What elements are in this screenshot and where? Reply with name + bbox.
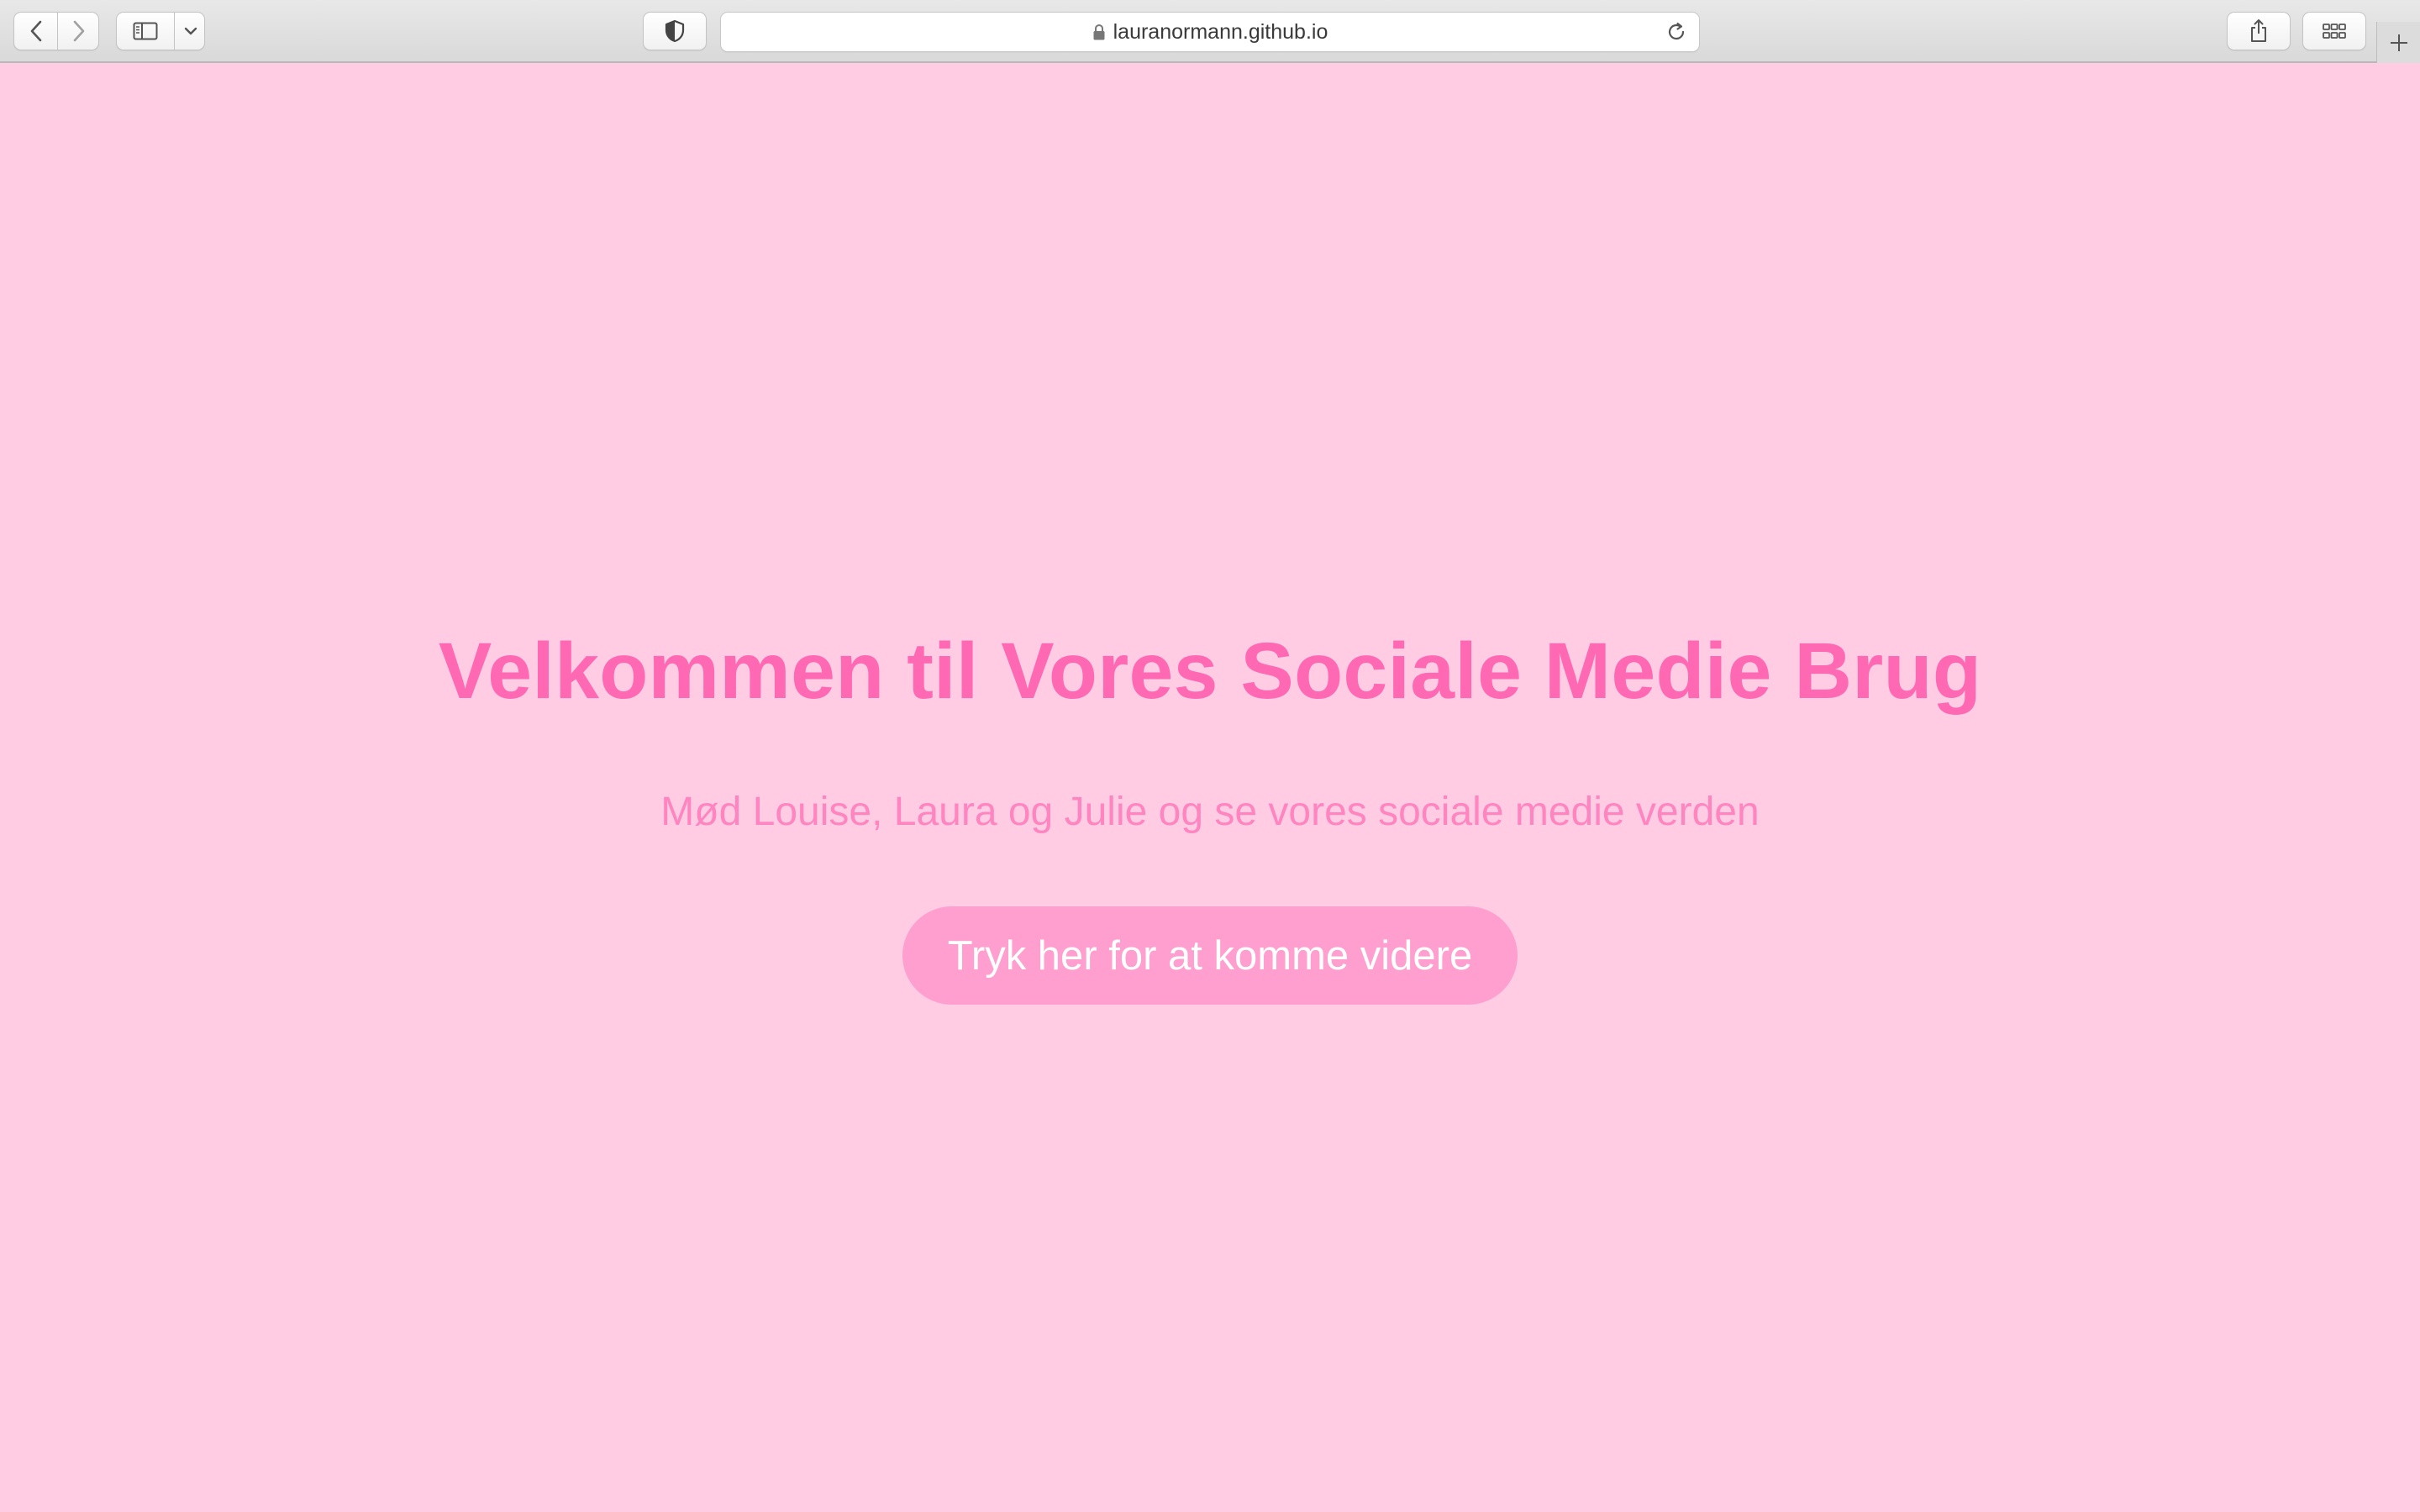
chevron-right-icon (73, 20, 85, 42)
share-icon (2251, 19, 2266, 42)
lock-icon (1093, 24, 1105, 39)
share-button[interactable] (2227, 12, 2291, 50)
back-button[interactable] (14, 13, 57, 50)
shield-icon (665, 19, 685, 43)
chevron-left-icon (30, 20, 41, 42)
continue-button[interactable]: Tryk her for at komme videre (902, 906, 1518, 1005)
page-title: Velkommen til Vores Sociale Medie Brug (438, 627, 1982, 716)
sidebar-menu-button[interactable] (175, 13, 206, 50)
address-bar[interactable]: lauranormann.github.io (720, 12, 1700, 52)
page-subtitle: Mød Louise, Laura og Julie og se vores s… (660, 790, 1760, 834)
plus-icon (2390, 34, 2407, 51)
page-content: Velkommen til Vores Sociale Medie Brug M… (0, 65, 2420, 1512)
reload-icon[interactable] (1665, 21, 1687, 43)
sidebar-icon (133, 22, 158, 40)
navigation-buttons (13, 12, 99, 50)
tab-overview-button[interactable] (2302, 12, 2366, 50)
chevron-down-icon (184, 27, 197, 35)
address-content: lauranormann.github.io (1092, 20, 1328, 45)
privacy-report-button[interactable] (643, 12, 707, 50)
sidebar-buttons (116, 12, 205, 50)
sidebar-toggle-button[interactable] (117, 13, 174, 50)
new-tab-button[interactable] (2376, 22, 2420, 63)
browser-toolbar: lauranormann.github.io (0, 0, 2420, 63)
grid-icon (2323, 24, 2346, 39)
url-text: lauranormann.github.io (1113, 19, 1328, 44)
forward-button[interactable] (58, 13, 100, 50)
